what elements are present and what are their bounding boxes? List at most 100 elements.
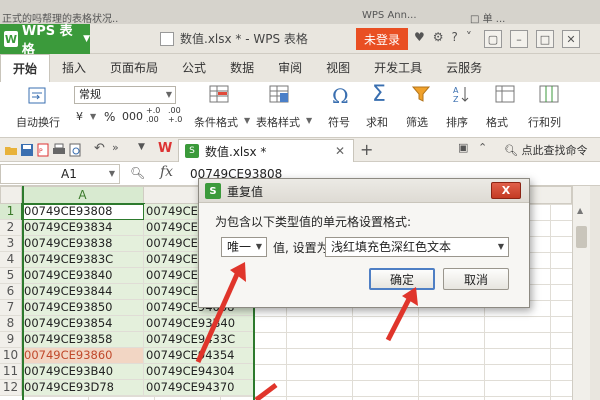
cell-b[interactable]: 00749CE94354 — [144, 348, 255, 364]
table-style-button[interactable]: 表格样式 — [256, 114, 300, 130]
save-icon[interactable] — [20, 143, 34, 157]
ok-button[interactable]: 确定 — [369, 268, 435, 290]
cell-a[interactable]: 00749CE93834 — [22, 220, 144, 236]
document-icon[interactable]: ▣ — [458, 141, 472, 155]
comma-button[interactable]: 000 — [122, 110, 143, 123]
chevron-down-icon: ▼ — [108, 169, 115, 178]
print-icon[interactable] — [52, 143, 66, 157]
row-col-button[interactable]: 行和列 — [528, 114, 561, 130]
cell-b[interactable]: 00749CE94370 — [144, 380, 255, 396]
increase-decimal-icon[interactable]: +.0.00 — [146, 106, 160, 124]
cell-a[interactable]: 00749CE9383C — [22, 252, 144, 268]
value-type-select[interactable]: 唯一 ▼ — [221, 237, 267, 257]
zoom-icon[interactable]: 🔍︎ — [130, 166, 145, 180]
help-icon[interactable]: ? — [452, 30, 458, 44]
function-icon[interactable]: fx — [160, 164, 173, 180]
tab-insert[interactable]: 插入 — [50, 54, 98, 82]
cell-b[interactable]: 00749CE9433C — [144, 332, 255, 348]
tab-formulas[interactable]: 公式 — [170, 54, 218, 82]
cell-a[interactable]: 00749CE93B40 — [22, 364, 144, 380]
cell-a[interactable]: 00749CE93840 — [22, 268, 144, 284]
vertical-scrollbar[interactable]: ▲ — [572, 186, 590, 400]
row-header[interactable]: 5 — [0, 268, 22, 284]
title-icons: ♥ ⚙ ? ˅ — [414, 30, 472, 44]
file-tab[interactable]: S 数值.xlsx * ✕ — [178, 139, 354, 162]
login-button[interactable]: 未登录 — [356, 28, 408, 50]
conditional-format-button[interactable]: 条件格式 — [194, 114, 238, 130]
cell-a[interactable]: 00749CE93860 — [22, 348, 144, 364]
name-box[interactable]: A1 ▼ — [0, 164, 120, 184]
close-tab-icon[interactable]: ✕ — [335, 144, 345, 158]
close-icon[interactable]: ✕ — [562, 30, 580, 48]
restore-icon[interactable]: ▢ — [484, 30, 502, 48]
open-folder-icon[interactable] — [4, 143, 18, 157]
scroll-up-icon[interactable]: ▲ — [577, 206, 583, 215]
cell-a[interactable]: 00749CE93854 — [22, 316, 144, 332]
tab-page-layout[interactable]: 页面布局 — [98, 54, 170, 82]
scroll-thumb[interactable] — [576, 226, 587, 248]
format-button[interactable]: 格式 — [486, 114, 508, 130]
number-format-select[interactable]: 常规 ▼ — [74, 86, 176, 104]
undo-icon[interactable]: ↶ — [94, 141, 108, 156]
tab-view[interactable]: 视图 — [314, 54, 362, 82]
cancel-button[interactable]: 取消 — [443, 268, 509, 290]
row-header[interactable]: 2 — [0, 220, 22, 236]
row-header[interactable]: 7 — [0, 300, 22, 316]
maximize-icon[interactable]: □ — [536, 30, 554, 48]
cell-a[interactable]: 00749CE93808 — [21, 203, 145, 221]
row-header[interactable]: 1 — [0, 204, 22, 220]
filter-icon — [411, 86, 431, 102]
tab-data[interactable]: 数据 — [218, 54, 266, 82]
expand-icon[interactable]: ⌃ — [478, 141, 492, 155]
wps-menu-button[interactable]: W WPS 表格 ▼ — [0, 24, 90, 58]
row-header[interactable]: 8 — [0, 316, 22, 332]
row-header[interactable]: 6 — [0, 284, 22, 300]
sum-button[interactable]: 求和 — [366, 114, 388, 130]
row-header[interactable]: 12 — [0, 380, 22, 396]
minimize-icon[interactable]: – — [510, 30, 528, 48]
dialog-close-button[interactable]: X — [491, 182, 521, 199]
chevron-down-icon[interactable]: ▼ — [138, 142, 152, 156]
app-name: WPS 表格 — [21, 24, 73, 58]
more-icon[interactable]: » — [112, 141, 126, 155]
row-header[interactable]: 3 — [0, 236, 22, 252]
conditional-format-icon — [209, 85, 229, 103]
tab-home[interactable]: 开始 — [0, 54, 51, 82]
tab-cloud[interactable]: 云服务 — [434, 54, 494, 82]
symbol-button[interactable]: 符号 — [328, 114, 350, 130]
settings-icon[interactable]: ⚙ — [433, 30, 444, 44]
cell-b[interactable]: 00749CE94304 — [144, 364, 255, 380]
row-header[interactable]: 4 — [0, 252, 22, 268]
wps-w-icon[interactable]: W — [158, 141, 172, 156]
pdf-icon[interactable]: P — [36, 143, 50, 157]
document-title: 数值.xlsx * - WPS 表格 — [160, 24, 308, 54]
decrease-decimal-icon[interactable]: .00 +.0 — [168, 106, 182, 124]
select-all-corner[interactable] — [0, 186, 22, 204]
new-tab-icon[interactable]: + — [360, 140, 373, 159]
cell-b[interactable]: 00749CE93B40 — [144, 316, 255, 332]
row-header[interactable]: 9 — [0, 332, 22, 348]
print-preview-icon[interactable] — [68, 143, 82, 157]
auto-wrap-button[interactable]: 自动换行 — [16, 114, 60, 130]
cell-a[interactable]: 00749CE93858 — [22, 332, 144, 348]
format-style-select[interactable]: 浅红填充色深红色文本 ▼ — [325, 237, 509, 257]
currency-icon[interactable]: ¥ — [76, 110, 83, 123]
wrap-text-icon — [28, 87, 46, 104]
tab-developer[interactable]: 开发工具 — [362, 54, 434, 82]
chevron-down-icon[interactable]: ˅ — [466, 30, 472, 44]
tab-review[interactable]: 审阅 — [266, 54, 314, 82]
filter-button[interactable]: 筛选 — [406, 114, 428, 130]
cell-a[interactable]: 00749CE93844 — [22, 284, 144, 300]
sort-icon: A Z — [453, 86, 469, 104]
cell-a[interactable]: 00749CE93838 — [22, 236, 144, 252]
column-header-a[interactable]: A — [22, 186, 144, 204]
find-command[interactable]: 🔍︎ 点此查找命令 — [504, 142, 587, 158]
percent-button[interactable]: % — [104, 110, 115, 124]
row-header[interactable]: 10 — [0, 348, 22, 364]
cell-a[interactable]: 00749CE93850 — [22, 300, 144, 316]
skin-icon[interactable]: ♥ — [414, 30, 425, 44]
row-header[interactable]: 11 — [0, 364, 22, 380]
search-icon: 🔍︎ — [504, 144, 518, 157]
cell-a[interactable]: 00749CE93D78 — [22, 380, 144, 396]
sort-button[interactable]: 排序 — [446, 114, 468, 130]
